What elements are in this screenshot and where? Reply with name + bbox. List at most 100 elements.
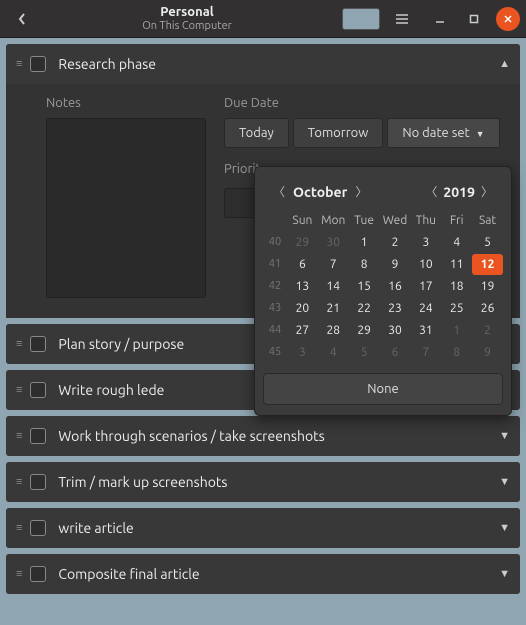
task-header[interactable]: ≡write article▼ [6,508,520,548]
calendar-day[interactable]: 18 [441,276,472,297]
calendar-day[interactable]: 31 [410,320,441,341]
titlebar: Personal On This Computer [0,0,526,38]
drag-handle-icon[interactable]: ≡ [16,58,22,70]
calendar-day[interactable]: 30 [380,320,411,341]
window-maximize[interactable] [462,7,486,31]
calendar-day[interactable]: 12 [472,254,503,275]
drag-handle-icon[interactable]: ≡ [16,476,22,488]
drag-handle-icon[interactable]: ≡ [16,384,22,396]
calendar-day[interactable]: 24 [410,298,441,319]
calendar-day[interactable]: 8 [441,342,472,363]
calendar-day[interactable]: 8 [349,254,380,275]
drag-handle-icon[interactable]: ≡ [16,568,22,580]
expand-icon[interactable]: ▼ [499,430,510,442]
month-next-button[interactable]: 〉 [351,181,371,202]
due-nodate-label: No date set [402,126,469,140]
task-header[interactable]: ≡ Trim / mark up screenshots▼ [6,462,520,502]
calendar-day[interactable]: 19 [472,276,503,297]
task-title: Trim / mark up screenshots [58,474,499,490]
calendar-day[interactable]: 15 [349,276,380,297]
expand-icon[interactable]: ▼ [499,522,510,534]
expand-icon[interactable]: ▼ [499,568,510,580]
calendar-week-number: 45 [263,342,287,363]
task-collapsed: ≡ Work through scenarios / take screensho… [6,416,520,456]
task-checkbox[interactable] [30,382,46,398]
task-collapsed: ≡Composite final article▼ [6,554,520,594]
collapse-icon[interactable]: ▲ [499,58,510,70]
month-prev-button[interactable]: 〈 [269,181,289,202]
calendar-day[interactable]: 1 [441,320,472,341]
calendar-day[interactable]: 11 [441,254,472,275]
calendar-day[interactable]: 28 [318,320,349,341]
task-collapsed: ≡write article▼ [6,508,520,548]
notes-label: Notes [46,96,206,110]
year-prev-button[interactable]: 〈 [421,181,441,202]
menu-button[interactable] [388,5,416,33]
list-subtitle: On This Computer [38,20,336,32]
calendar-day[interactable]: 27 [287,320,318,341]
due-date-buttons: Today Tomorrow No date set▼ [224,118,500,148]
calendar-day[interactable]: 29 [287,232,318,253]
year-next-button[interactable]: 〉 [477,181,497,202]
calendar-day[interactable]: 4 [441,232,472,253]
calendar-week-number: 44 [263,320,287,341]
calendar-day[interactable]: 25 [441,298,472,319]
priority-selector[interactable] [224,188,258,218]
calendar-day[interactable]: 6 [287,254,318,275]
due-date-label: Due Date [224,96,500,110]
window-minimize[interactable] [428,7,452,31]
task-checkbox[interactable] [30,56,46,72]
calendar-day[interactable]: 29 [349,320,380,341]
expand-icon[interactable]: ▼ [499,476,510,488]
calendar-day[interactable]: 3 [287,342,318,363]
drag-handle-icon[interactable]: ≡ [16,522,22,534]
calendar-day[interactable]: 30 [318,232,349,253]
task-header[interactable]: ≡ Research phase ▲ [6,44,520,84]
window-close[interactable] [496,7,520,31]
task-checkbox[interactable] [30,474,46,490]
task-checkbox[interactable] [30,428,46,444]
calendar-day[interactable]: 2 [472,320,503,341]
calendar-day[interactable]: 23 [380,298,411,319]
calendar-day[interactable]: 14 [318,276,349,297]
calendar-day[interactable]: 2 [380,232,411,253]
calendar-day[interactable]: 7 [318,254,349,275]
due-nodate-button[interactable]: No date set▼ [387,118,499,148]
task-checkbox[interactable] [30,566,46,582]
calendar-day[interactable]: 4 [318,342,349,363]
calendar-popover: 〈 October 〉 〈 2019 〉 SunMonTueWedThuFriS… [254,166,512,416]
calendar-day[interactable]: 9 [380,254,411,275]
color-swatch[interactable] [342,8,380,30]
calendar-day[interactable]: 16 [380,276,411,297]
calendar-none-button[interactable]: None [263,373,503,405]
due-today-button[interactable]: Today [224,118,289,148]
calendar-day[interactable]: 7 [410,342,441,363]
due-tomorrow-button[interactable]: Tomorrow [293,118,384,148]
task-checkbox[interactable] [30,336,46,352]
notes-textarea[interactable] [46,118,206,298]
calendar-day[interactable]: 5 [349,342,380,363]
drag-handle-icon[interactable]: ≡ [16,430,22,442]
task-header[interactable]: ≡Composite final article▼ [6,554,520,594]
calendar-month: October [293,184,347,200]
calendar-day[interactable]: 21 [318,298,349,319]
back-button[interactable] [8,5,36,33]
calendar-day[interactable]: 13 [287,276,318,297]
task-checkbox[interactable] [30,520,46,536]
task-title: Work through scenarios / take screenshot… [58,428,499,444]
calendar-day[interactable]: 5 [472,232,503,253]
calendar-day[interactable]: 10 [410,254,441,275]
calendar-day[interactable]: 3 [410,232,441,253]
calendar-day[interactable]: 20 [287,298,318,319]
notes-column: Notes [46,96,206,298]
calendar-day[interactable]: 6 [380,342,411,363]
calendar-day[interactable]: 22 [349,298,380,319]
chevron-left-icon [17,12,27,26]
calendar-day[interactable]: 9 [472,342,503,363]
calendar-day[interactable]: 17 [410,276,441,297]
task-header[interactable]: ≡ Work through scenarios / take screensho… [6,416,520,456]
calendar-dow: Wed [380,210,411,231]
calendar-day[interactable]: 26 [472,298,503,319]
calendar-day[interactable]: 1 [349,232,380,253]
drag-handle-icon[interactable]: ≡ [16,338,22,350]
